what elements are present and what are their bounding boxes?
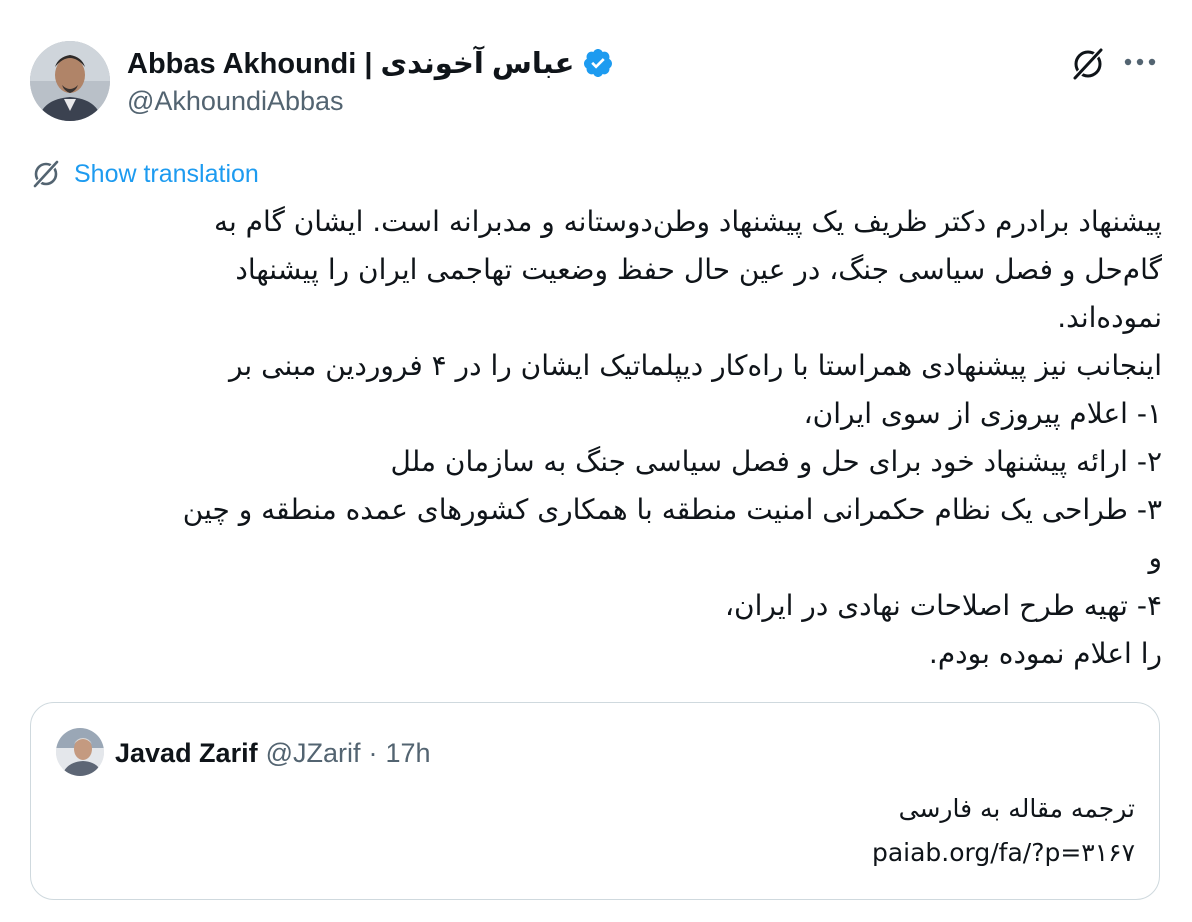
quoted-author-avatar[interactable] (56, 728, 104, 776)
quoted-avatar-photo (56, 728, 104, 776)
grok-icon[interactable] (1068, 44, 1108, 84)
author-handle[interactable]: @AkhoundiAbbas (127, 86, 344, 117)
quoted-author-handle[interactable]: @JZarif (266, 738, 361, 769)
more-options-icon[interactable] (1118, 44, 1162, 80)
separator-dot: · (368, 737, 378, 768)
tweet-line: ۴- تهیه طرح اصلاحات نهادی در ایران، (725, 589, 1162, 622)
quoted-author-name[interactable]: Javad Zarif (115, 738, 258, 769)
tweet-line: ۱- اعلام پیروزی از سوی ایران، (803, 397, 1162, 430)
tweet-line: گام‌حل و فصل سیاسی جنگ، در عین حال حفظ و… (235, 253, 1162, 286)
quoted-tweet-link[interactable]: paiab.org/fa/?p=۳۱۶۷ (335, 831, 1135, 875)
show-translation-button[interactable]: Show translation (30, 156, 259, 192)
quoted-tweet-line: ترجمه مقاله به فارسی (898, 794, 1135, 823)
author-avatar[interactable] (30, 41, 110, 121)
tweet-line: اینجانب نیز پیشنهادی همراستا با راه‌کار … (228, 349, 1162, 382)
quoted-tweet-card[interactable]: Javad Zarif @JZarif · 17h ترجمه مقاله به… (30, 702, 1160, 900)
quoted-tweet-header: Javad Zarif @JZarif · 17h (115, 733, 431, 773)
tweet-line: را اعلام نموده بودم. (928, 637, 1162, 670)
tweet-line: ۲- ارائه پیشنهاد خود برای حل و فصل سیاسی… (390, 445, 1162, 478)
tweet-line: ۳- طراحی یک نظام حکمرانی امنیت منطقه با … (182, 493, 1162, 526)
avatar-photo (30, 41, 110, 121)
tweet-text: پیشنهاد برادرم دکتر ظریف یک پیشنهاد وطن‌… (40, 198, 1162, 678)
translate-icon (33, 160, 59, 188)
quoted-tweet-text: ترجمه مقاله به فارسی paiab.org/fa/?p=۳۱۶… (335, 787, 1135, 875)
author-name-row[interactable]: Abbas Akhoundi | عباس آخوندی (127, 44, 614, 82)
tweet-line: نموده‌اند. (1057, 301, 1162, 334)
quoted-tweet-time[interactable]: 17h (386, 738, 431, 769)
tweet-line: و (1148, 541, 1162, 574)
show-translation-label[interactable]: Show translation (74, 160, 259, 189)
author-display-name[interactable]: Abbas Akhoundi | عباس آخوندی (127, 46, 574, 81)
tweet-line: پیشنهاد برادرم دکتر ظریف یک پیشنهاد وطن‌… (213, 205, 1162, 238)
verified-badge-icon (584, 49, 613, 77)
